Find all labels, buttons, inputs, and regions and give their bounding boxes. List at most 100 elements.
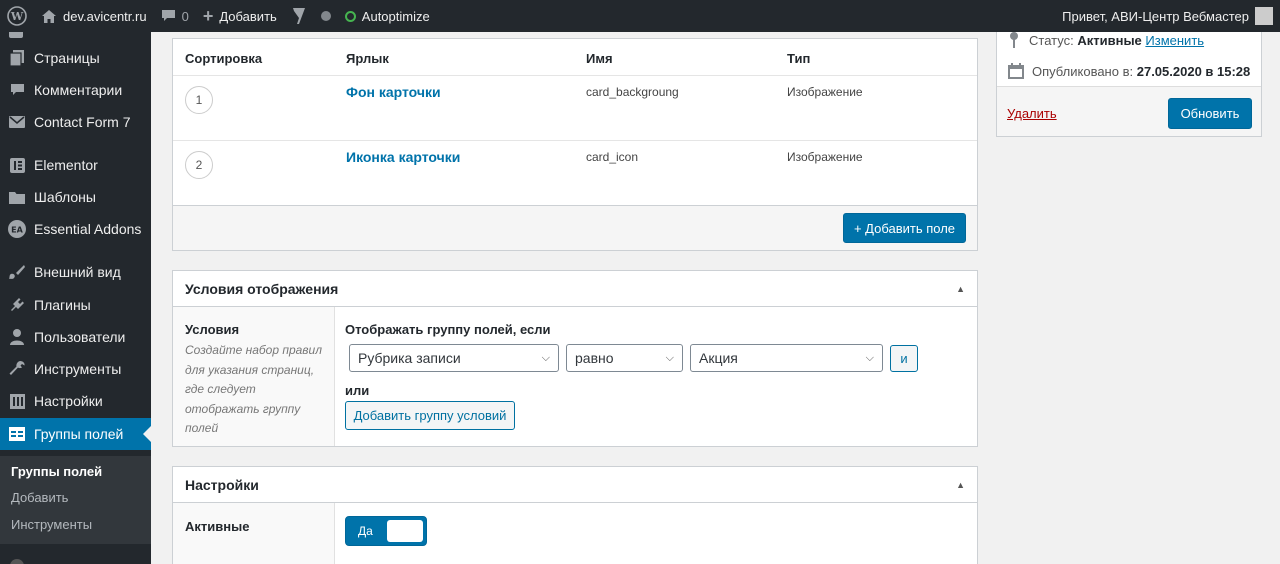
site-name: dev.avicentr.ru <box>63 8 147 24</box>
sidebar-item-label: Настройки <box>34 393 103 409</box>
avatar <box>1255 7 1273 25</box>
status-value: Активные <box>1077 32 1142 48</box>
or-label: или <box>345 383 370 398</box>
sidebar-item-label: Группы полей <box>34 426 124 442</box>
yoast-icon <box>291 7 307 25</box>
elementor-icon <box>0 157 34 173</box>
pin-icon <box>1009 32 1019 48</box>
sidebar-item-label: Elementor <box>34 157 98 173</box>
sidebar-item-essential-addons[interactable]: EA Essential Addons <box>0 213 151 245</box>
sidebar-item-field-groups[interactable]: Группы полей <box>0 418 151 450</box>
sidebar-item-users[interactable]: Пользователи <box>0 321 151 353</box>
wordpress-logo-icon[interactable]: W <box>0 0 34 32</box>
submenu-item-tools[interactable]: Инструменты <box>11 517 92 532</box>
rule-param-select[interactable]: Рубрика записи ⌵ <box>349 344 559 372</box>
field-label-link[interactable]: Фон карточки <box>346 84 441 100</box>
sidebar-item-appearance[interactable]: Внешний вид <box>0 256 151 288</box>
add-rule-group-button[interactable]: Добавить группу условий <box>345 401 515 430</box>
add-and-rule-button[interactable]: и <box>890 345 918 372</box>
column-header-order: Сортировка <box>185 51 263 66</box>
add-field-button[interactable]: + Добавить поле <box>843 213 966 243</box>
column-header-type: Тип <box>787 51 811 66</box>
update-button[interactable]: Обновить <box>1168 98 1252 129</box>
collapse-arrow-icon[interactable]: ▲ <box>956 480 965 490</box>
autoptimize-status-icon <box>344 10 356 22</box>
edit-status-link[interactable]: Изменить <box>1145 33 1204 48</box>
publish-box: Статус: Активные Изменить Опубликовано в… <box>996 20 1262 137</box>
status-prefix: Статус: <box>1029 32 1074 48</box>
cut-off-menu-icon <box>9 32 23 38</box>
greeting-text: Привет, АВИ-Центр Вебмастер <box>1062 8 1249 24</box>
sidebar-item-label: Плагины <box>34 297 91 313</box>
published-prefix: Опубликовано в: <box>1032 63 1134 79</box>
tools-icon <box>0 361 34 377</box>
autoptimize-menu[interactable]: Autoptimize <box>338 0 437 32</box>
seo-score-indicator <box>314 0 338 32</box>
sidebar-item-label: Страницы <box>34 50 100 66</box>
sidebar-item-contact-form[interactable]: Contact Form 7 <box>0 106 151 138</box>
field-type: Изображение <box>787 85 863 99</box>
sidebar-item-label: Инструменты <box>34 361 122 377</box>
rule-operator-value: равно <box>575 350 614 366</box>
rule-group-heading: Отображать группу полей, если <box>345 322 551 337</box>
active-toggle-switch[interactable]: Да <box>345 516 427 546</box>
field-label-link[interactable]: Иконка карточки <box>346 149 460 165</box>
published-value: 27.05.2020 в 15:28 <box>1136 63 1251 79</box>
add-new-link[interactable]: + Добавить <box>196 0 284 32</box>
pages-icon <box>0 50 34 66</box>
plugins-icon <box>0 297 34 313</box>
sidebar-item-plugins[interactable]: Плагины <box>0 289 151 321</box>
conditions-label: Условия <box>185 322 240 337</box>
delete-link[interactable]: Удалить <box>1007 106 1057 121</box>
sidebar-item-label: Essential Addons <box>34 221 142 237</box>
home-icon <box>41 9 57 24</box>
sidebar-item-comments[interactable]: Комментарии <box>0 74 151 106</box>
sidebar-item-settings[interactable]: Настройки <box>0 385 151 417</box>
seo-status-dot-icon <box>320 11 331 21</box>
field-groups-icon <box>0 427 34 441</box>
order-badge[interactable]: 1 <box>185 86 213 114</box>
site-name-link[interactable]: dev.avicentr.ru <box>34 0 154 32</box>
rule-param-value: Рубрика записи <box>358 350 461 366</box>
autoptimize-label: Autoptimize <box>361 8 430 24</box>
rule-value-select[interactable]: Акция ⌵ <box>690 344 883 372</box>
header-divider <box>173 75 977 76</box>
users-icon <box>0 329 34 345</box>
location-rules-panel: Условия отображения ▲ Условия Создайте н… <box>172 270 978 447</box>
column-header-label: Ярлык <box>346 51 389 66</box>
essential-addons-icon: EA <box>0 220 34 238</box>
chevron-down-icon: ⌵ <box>865 351 874 364</box>
sidebar-item-label: Шаблоны <box>34 189 96 205</box>
panel-header[interactable]: Условия отображения ▲ <box>173 271 977 307</box>
sidebar-item-templates[interactable]: Шаблоны <box>0 181 151 213</box>
settings-icon <box>0 393 34 409</box>
active-label: Активные <box>185 519 250 534</box>
mail-icon <box>0 116 34 128</box>
add-new-label: Добавить <box>219 8 277 24</box>
field-name: card_backgroung <box>586 85 679 99</box>
admin-sidebar: Страницы Комментарии Contact Form 7 Elem… <box>0 32 151 564</box>
panel-header[interactable]: Настройки ▲ <box>173 467 977 503</box>
toggle-on-label: Да <box>358 524 373 538</box>
comments-link[interactable]: 0 <box>154 0 196 32</box>
sidebar-item-elementor[interactable]: Elementor <box>0 149 151 181</box>
rule-operator-select[interactable]: равно ⌵ <box>566 344 683 372</box>
my-account-menu[interactable]: Привет, АВИ-Центр Вебмастер <box>1055 0 1280 32</box>
collapse-arrow-icon[interactable]: ▲ <box>956 284 965 294</box>
plus-icon: + <box>202 5 214 26</box>
column-header-name: Имя <box>586 51 613 66</box>
sidebar-item-tools[interactable]: Инструменты <box>0 353 151 385</box>
submenu-item-add[interactable]: Добавить <box>11 490 68 505</box>
field-type: Изображение <box>787 150 863 164</box>
order-badge[interactable]: 2 <box>185 151 213 179</box>
conditions-help-text: Создайте набор правил для указания стран… <box>185 343 322 435</box>
comments-count: 0 <box>181 8 189 24</box>
yoast-seo-menu[interactable] <box>284 0 314 32</box>
field-name: card_icon <box>586 150 639 164</box>
label-column: Активные <box>173 503 335 564</box>
sidebar-item-label: Комментарии <box>34 82 123 98</box>
field-groups-submenu: Группы полей Добавить Инструменты <box>0 456 151 544</box>
admin-bar: W dev.avicentr.ru 0 + Добавить Autoptimi… <box>0 0 1280 32</box>
submenu-item-field-groups[interactable]: Группы полей <box>11 464 102 479</box>
sidebar-item-pages[interactable]: Страницы <box>0 42 151 74</box>
